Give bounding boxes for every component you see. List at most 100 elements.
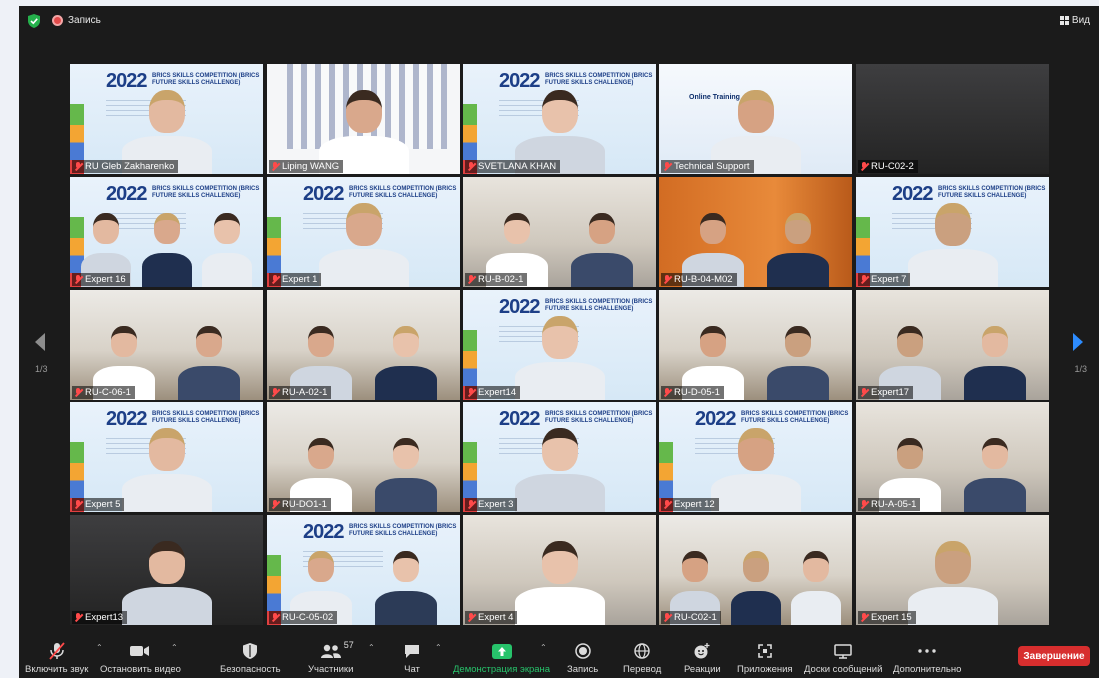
video-tile[interactable]: RU-B-04-M02: [659, 177, 852, 287]
muted-mic-icon: [271, 162, 280, 171]
share-options-caret-icon[interactable]: ⌃: [540, 643, 547, 652]
video-tile[interactable]: RU-A-05-1: [856, 402, 1049, 512]
video-tile[interactable]: RU-B-02-1: [463, 177, 656, 287]
participant-head: [504, 213, 530, 245]
participant-head: [785, 326, 811, 358]
video-tile[interactable]: RU-C02-1: [659, 515, 852, 625]
video-options-caret-icon[interactable]: ⌃: [171, 643, 178, 652]
video-tile[interactable]: 2022 BRICS SKILLS COMPETITION (BRICS FUTU…: [267, 177, 460, 287]
video-tile[interactable]: RU-C-06-1: [70, 290, 263, 400]
participant-body: [121, 474, 212, 512]
participants-icon: 57: [320, 640, 354, 661]
grid-view-icon: [1059, 16, 1069, 25]
participant-body: [767, 366, 829, 400]
participant-body: [514, 362, 605, 400]
view-label: Вид: [1071, 15, 1090, 26]
unmute-button[interactable]: Включить звук: [25, 641, 88, 675]
video-tile[interactable]: 2022 BRICS SKILLS COMPETITION (BRICS FUTU…: [856, 177, 1049, 287]
video-tile[interactable]: RU-C02-2: [856, 64, 1049, 174]
video-tile[interactable]: 2022 BRICS SKILLS COMPETITION (BRICS FUTU…: [70, 177, 263, 287]
muted-mic-icon: [74, 162, 83, 171]
participant-figure: [964, 326, 1026, 400]
recording-indicator[interactable]: Запись: [52, 15, 101, 26]
stop-video-label: Остановить видео: [100, 664, 181, 675]
video-tile[interactable]: Online Training Technical Support: [659, 64, 852, 174]
participant-head: [589, 213, 615, 245]
video-tile[interactable]: RU-DO1-1: [267, 402, 460, 512]
video-tile[interactable]: Expert 15: [856, 515, 1049, 625]
view-button[interactable]: Вид: [1059, 15, 1090, 26]
muted-mic-icon: [663, 388, 672, 397]
video-tile[interactable]: 2022 BRICS SKILLS COMPETITION (BRICS FUTU…: [70, 402, 263, 512]
participant-body: [375, 591, 437, 625]
chat-button[interactable]: Чат: [404, 641, 420, 675]
record-button[interactable]: Запись: [567, 641, 598, 675]
globe-icon: [634, 641, 650, 661]
record-label: Запись: [567, 664, 599, 675]
share-screen-button[interactable]: Демонстрация экрана: [453, 641, 550, 675]
participant-body: [964, 478, 1026, 512]
microphone-muted-icon: [48, 641, 66, 661]
security-shield-icon[interactable]: [28, 14, 40, 28]
participant-head: [897, 326, 923, 358]
participant-name: Expert 3: [478, 499, 514, 510]
banner-title: BRICS SKILLS COMPETITION (BRICS FUTURE S…: [152, 73, 260, 86]
video-tile[interactable]: 2022 BRICS SKILLS COMPETITION (BRICS FUTU…: [659, 402, 852, 512]
apps-button[interactable]: Приложения: [737, 641, 793, 675]
video-tile[interactable]: 2022 BRICS SKILLS COMPETITION (BRICS FUTU…: [267, 515, 460, 625]
banner-year: 2022: [106, 183, 147, 205]
video-tile[interactable]: RU-D-05-1: [659, 290, 852, 400]
stop-video-button[interactable]: Остановить видео: [100, 641, 181, 675]
muted-mic-icon: [467, 162, 476, 171]
security-button[interactable]: Безопасность: [220, 641, 281, 675]
video-tile[interactable]: Expert13: [70, 515, 263, 625]
chat-options-caret-icon[interactable]: ⌃: [435, 643, 442, 652]
video-tile[interactable]: 2022 BRICS SKILLS COMPETITION (BRICS FUTU…: [463, 64, 656, 174]
participant-name-tag: Expert 5: [72, 498, 125, 511]
more-button[interactable]: Дополнительно: [893, 641, 961, 675]
participant-head: [982, 326, 1008, 358]
participant-head: [345, 90, 382, 134]
video-tile[interactable]: RU-A-02-1: [267, 290, 460, 400]
participant-name-tag: RU-D-05-1: [661, 386, 724, 399]
whiteboard-icon: [834, 641, 852, 661]
chat-bubble-icon: [404, 641, 420, 661]
participant-name-tag: Expert 15: [858, 611, 916, 624]
whiteboards-button[interactable]: Доски сообщений: [804, 641, 882, 675]
participant-head: [111, 326, 137, 358]
video-tile[interactable]: 2022 BRICS SKILLS COMPETITION (BRICS FUTU…: [463, 290, 656, 400]
whiteboards-label: Доски сообщений: [804, 664, 883, 675]
participant-body: [767, 253, 829, 287]
muted-mic-icon: [663, 275, 672, 284]
record-icon: [574, 641, 591, 661]
video-tile[interactable]: Liping WANG: [267, 64, 460, 174]
previous-page-arrow-icon[interactable]: [33, 332, 47, 352]
video-tile[interactable]: Expert17: [856, 290, 1049, 400]
next-page-arrow-icon[interactable]: [1071, 332, 1085, 352]
unmute-label: Включить звук: [25, 664, 89, 675]
participant-figure: [791, 551, 842, 625]
participant-figure: [514, 428, 605, 512]
participant-body: [202, 253, 253, 287]
participant-head: [345, 203, 382, 247]
video-tile[interactable]: Expert 4: [463, 515, 656, 625]
participant-head: [541, 316, 578, 360]
reactions-button[interactable]: Реакции: [684, 641, 721, 675]
participant-head: [737, 428, 774, 472]
participant-name: RU-C02-2: [871, 161, 914, 172]
participant-head: [153, 213, 180, 245]
participants-options-caret-icon[interactable]: ⌃: [368, 643, 375, 652]
participants-button[interactable]: 57 Участники: [308, 640, 354, 675]
reactions-label: Реакции: [684, 664, 721, 675]
translate-button[interactable]: Перевод: [623, 641, 661, 675]
participant-name: Expert17: [871, 387, 910, 398]
video-tile[interactable]: 2022 BRICS SKILLS COMPETITION (BRICS FUTU…: [70, 64, 263, 174]
participant-head: [541, 428, 578, 472]
participant-figure: [710, 428, 801, 512]
participant-figure: [907, 541, 998, 625]
end-meeting-button[interactable]: Завершение: [1018, 646, 1090, 666]
muted-mic-icon: [467, 613, 476, 622]
participant-name: Expert 7: [871, 274, 907, 285]
video-tile[interactable]: 2022 BRICS SKILLS COMPETITION (BRICS FUTU…: [463, 402, 656, 512]
more-label: Дополнительно: [893, 664, 962, 675]
